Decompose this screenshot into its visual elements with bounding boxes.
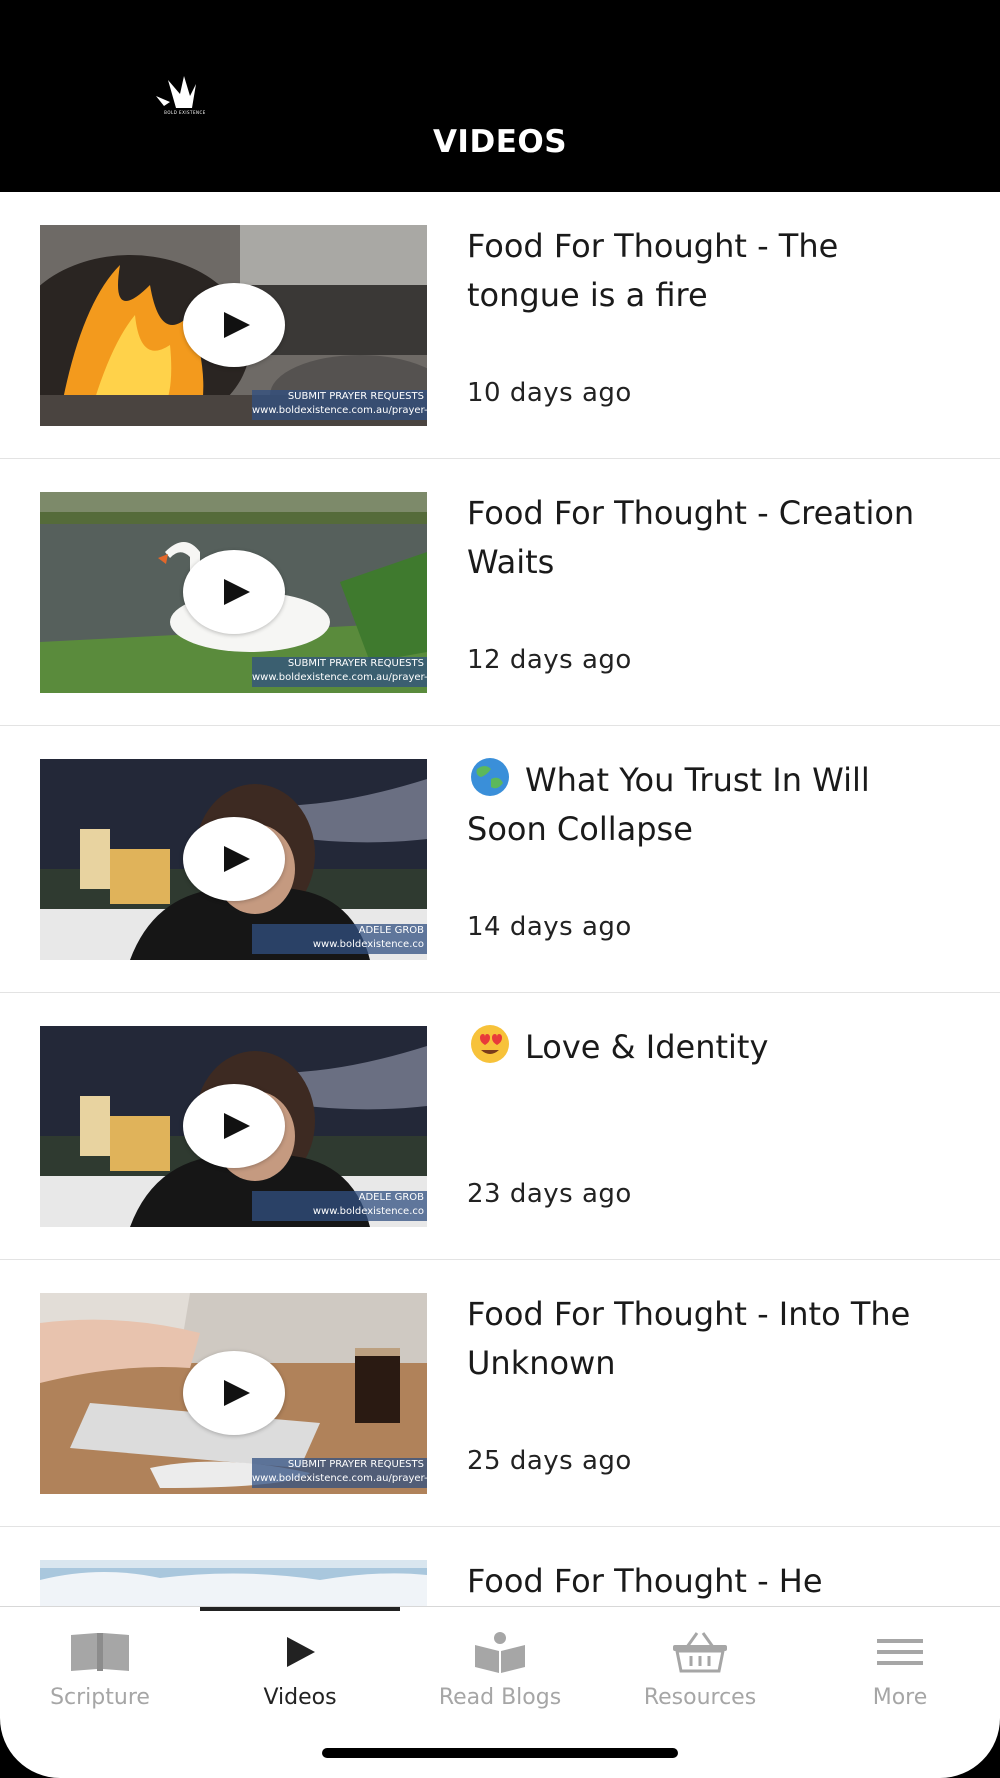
video-thumbnail[interactable]: SUBMIT PRAYER REQUESTS www.boldexistence… [40, 225, 427, 426]
video-title[interactable]: Food For Thought - Into The Unknown [467, 1290, 937, 1388]
video-age: 14 days ago [467, 912, 632, 942]
play-button[interactable] [183, 817, 285, 901]
tab-label: Resources [643, 1685, 757, 1710]
tab-label: More [872, 1685, 928, 1710]
video-item[interactable]: SUBMIT PRAYER REQUESTS www.boldexistence… [0, 459, 1000, 726]
page-title: VIDEOS [432, 124, 568, 160]
video-title[interactable]: Love & Identity [467, 1023, 937, 1072]
tab-more[interactable]: More [800, 1631, 1000, 1731]
play-icon [287, 1637, 315, 1667]
tab-scripture[interactable]: Scripture [0, 1631, 200, 1731]
video-age: 10 days ago [467, 378, 632, 408]
tab-label: Read Blogs [438, 1685, 562, 1710]
reader-icon [475, 1632, 525, 1673]
video-list: SUBMIT PRAYER REQUESTS www.boldexistence… [0, 192, 1000, 1606]
video-title[interactable]: Food For Thought - Creation Waits [467, 489, 937, 587]
video-item[interactable]: SUBMIT PRAYER REQUESTS www.boldexistence… [0, 1260, 1000, 1527]
thumbnail-caption: SUBMIT PRAYER REQUESTS www.boldexistence… [252, 1458, 427, 1488]
tab-label: Videos [263, 1685, 337, 1710]
video-thumbnail[interactable]: ADELE GROB www.boldexistence.co [40, 1026, 427, 1227]
book-icon [71, 1633, 129, 1671]
video-age: 12 days ago [467, 645, 632, 675]
video-thumbnail[interactable]: SUBMIT PRAYER REQUESTS www.boldexistence… [40, 492, 427, 693]
video-title[interactable]: What You Trust In Will Soon Collapse [467, 756, 937, 854]
play-button[interactable] [183, 1351, 285, 1435]
header-bar: BOLD EXISTENCE VIDEOS [0, 0, 1000, 192]
play-button[interactable] [183, 1084, 285, 1168]
logo-text: BOLD EXISTENCE [164, 110, 206, 115]
tab-read-blogs[interactable]: Read Blogs [400, 1631, 600, 1731]
basket-icon [673, 1632, 727, 1673]
tab-label: Scripture [50, 1685, 150, 1710]
active-tab-indicator [200, 1607, 400, 1611]
earth-globe-emoji [471, 758, 509, 796]
video-thumbnail[interactable] [40, 1560, 427, 1606]
video-age: 23 days ago [467, 1179, 632, 1209]
heart-eyes-emoji [471, 1025, 509, 1063]
thumbnail-caption: ADELE GROB www.boldexistence.co [252, 924, 427, 954]
tab-videos[interactable]: Videos [200, 1631, 400, 1731]
video-thumbnail[interactable]: SUBMIT PRAYER REQUESTS www.boldexistence… [40, 1293, 427, 1494]
tab-resources[interactable]: Resources [600, 1631, 800, 1731]
video-title[interactable]: Food For Thought - The tongue is a fire [467, 222, 937, 320]
video-item[interactable]: ADELE GROB www.boldexistence.co Love & I… [0, 993, 1000, 1260]
play-button[interactable] [183, 550, 285, 634]
thumbnail-caption: SUBMIT PRAYER REQUESTS www.boldexistence… [252, 390, 427, 420]
app-screen: BOLD EXISTENCE VIDEOS SUBMIT PRAYER REQU… [0, 0, 1000, 1778]
video-thumbnail[interactable]: ADELE GROB www.boldexistence.co [40, 759, 427, 960]
thumbnail-caption: ADELE GROB www.boldexistence.co [252, 1191, 427, 1221]
video-title[interactable]: Food For Thought - He [467, 1557, 937, 1606]
play-button[interactable] [183, 283, 285, 367]
menu-icon [877, 1639, 923, 1665]
video-age: 25 days ago [467, 1446, 632, 1476]
video-item[interactable]: ADELE GROB www.boldexistence.co What You… [0, 726, 1000, 993]
video-item[interactable]: SUBMIT PRAYER REQUESTS www.boldexistence… [0, 192, 1000, 459]
video-item[interactable]: Food For Thought - He [0, 1527, 1000, 1606]
thumbnail-caption: SUBMIT PRAYER REQUESTS www.boldexistence… [252, 657, 427, 687]
bold-existence-logo: BOLD EXISTENCE [146, 74, 224, 118]
home-indicator [322, 1748, 678, 1758]
